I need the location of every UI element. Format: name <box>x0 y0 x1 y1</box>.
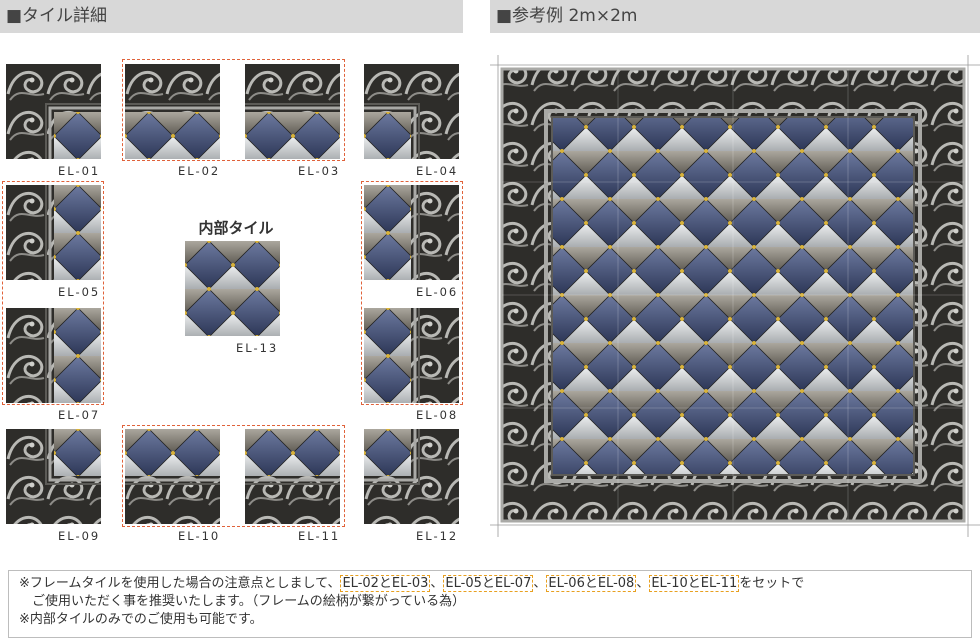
note-separator: 、 <box>636 576 650 591</box>
note-line-3: ※内部タイルのみでのご使用も可能です。 <box>19 612 263 627</box>
tile-el-11[interactable] <box>245 429 340 524</box>
tile-details-header: ■タイル詳細 <box>0 0 463 33</box>
tile-el-03[interactable] <box>245 64 340 159</box>
tile-code-el-06: EL-06 <box>416 285 459 299</box>
tile-code-el-09: EL-09 <box>58 529 101 543</box>
tile-el-06[interactable] <box>364 185 459 280</box>
tile-code-el-08: EL-08 <box>416 408 459 422</box>
tile-code-el-02: EL-02 <box>178 164 221 178</box>
tile-el-01[interactable] <box>6 64 101 159</box>
reference-example-header: ■参考例 2m×2m <box>490 0 980 33</box>
note-suffix: をセットで <box>739 576 805 591</box>
usage-notes: ※フレームタイルを使用した場合の注意点としまして、 EL-02とEL-03、 EL-… <box>8 570 972 638</box>
note-separator: 、 <box>533 576 547 591</box>
tile-code-el-12: EL-12 <box>416 529 459 543</box>
note-separator: 、 <box>430 576 444 591</box>
tile-code-el-01: EL-01 <box>58 164 101 178</box>
tile-el-08[interactable] <box>364 308 459 403</box>
tile-el-09[interactable] <box>6 429 101 524</box>
tile-code-el-05: EL-05 <box>58 285 101 299</box>
note-line-1: ※フレームタイルを使用した場合の注意点としまして、 EL-02とEL-03、 EL-… <box>19 575 961 593</box>
tile-el-05[interactable] <box>6 185 101 280</box>
tile-code-el-07: EL-07 <box>58 408 101 422</box>
tile-el-12[interactable] <box>364 429 459 524</box>
note-line-2: ご使用いただく事を推奨いたします。（フレームの絵柄が繋がっている為） <box>32 594 466 609</box>
pair-note-el10-el11: EL-10とEL-11 <box>649 575 740 592</box>
pair-note-el06-el08: EL-06とEL-08 <box>546 575 637 592</box>
tile-el-04[interactable] <box>364 64 459 159</box>
tile-el-10[interactable] <box>125 429 220 524</box>
tile-el-13[interactable] <box>185 241 280 336</box>
note-prefix: ※フレームタイルを使用した場合の注意点としまして、 <box>19 576 341 591</box>
tile-code-el-10: EL-10 <box>178 529 221 543</box>
tile-el-07[interactable] <box>6 308 101 403</box>
tile-code-el-03: EL-03 <box>298 164 341 178</box>
pair-note-el05-el07: EL-05とEL-07 <box>443 575 534 592</box>
reference-example-image <box>490 55 980 537</box>
pair-note-el02-el03: EL-02とEL-03 <box>340 575 431 592</box>
tile-code-el-04: EL-04 <box>416 164 459 178</box>
interior-tile-title: 内部タイル <box>198 219 274 237</box>
tile-code-el-11: EL-11 <box>298 529 341 543</box>
tile-el-02[interactable] <box>125 64 220 159</box>
tile-code-el-13: EL-13 <box>236 341 279 355</box>
